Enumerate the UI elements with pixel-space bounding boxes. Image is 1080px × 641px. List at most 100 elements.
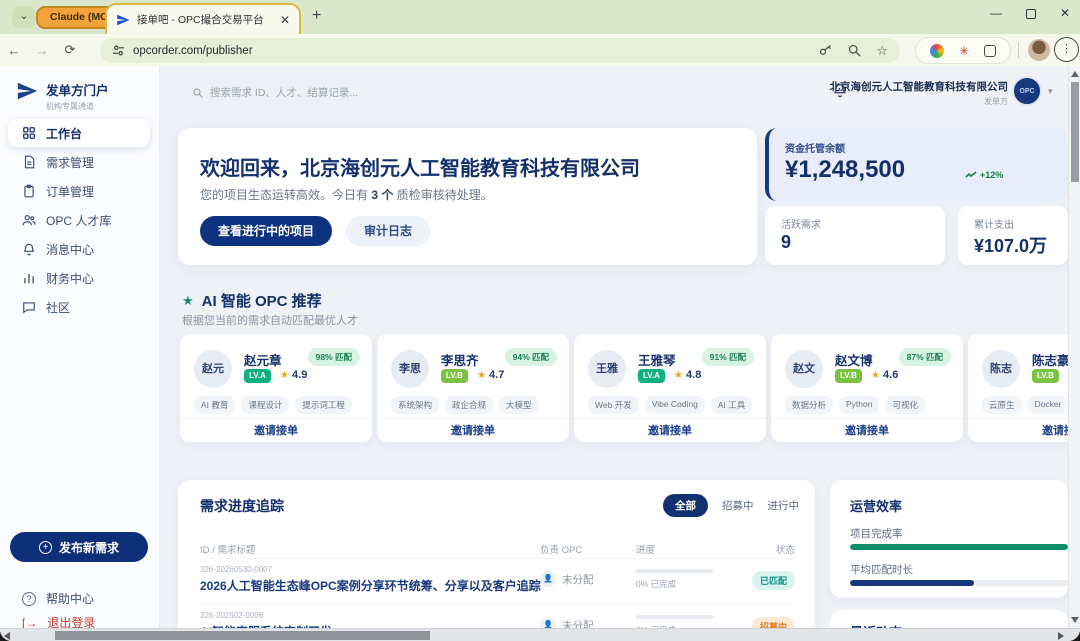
skill-tag: 提示词工程 bbox=[295, 396, 352, 414]
reload-button[interactable]: ⟳ bbox=[56, 42, 84, 58]
skill-tag: Docker bbox=[1027, 396, 1068, 414]
starburst-extension-icon[interactable]: ✳ bbox=[959, 44, 969, 58]
forward-button[interactable]: → bbox=[28, 43, 56, 58]
vertical-scrollbar[interactable] bbox=[1068, 66, 1080, 628]
sidebar-item-finance[interactable]: 财务中心 bbox=[8, 264, 150, 292]
company-avatar[interactable]: OPC bbox=[1012, 76, 1042, 106]
browser-menu-button[interactable]: ⋮ bbox=[1054, 37, 1079, 62]
sidebar-item-demand[interactable]: 需求管理 bbox=[8, 148, 150, 176]
level-badge: LV.A bbox=[638, 369, 665, 383]
escrow-label: 资金托管余额 bbox=[785, 144, 845, 155]
toolbar-divider bbox=[1018, 42, 1019, 58]
help-center-link[interactable]: ? 帮助中心 bbox=[22, 590, 94, 607]
back-button[interactable]: ← bbox=[0, 43, 28, 58]
window-maximize-button[interactable] bbox=[1025, 9, 1036, 19]
tab-close-icon[interactable]: ✕ bbox=[280, 13, 290, 27]
demand-title[interactable]: 2026人工智能生态峰OPC案例分享环节统筹、分享以及客户追踪 bbox=[200, 577, 541, 594]
url-text[interactable]: opcorder.com/publisher bbox=[133, 45, 810, 57]
invite-button[interactable]: 邀请接单 bbox=[771, 418, 963, 442]
chevron-down-icon[interactable]: ▾ bbox=[1048, 86, 1053, 97]
metric-bar bbox=[850, 544, 1068, 550]
main-content: 北京海创元人工智能教育科技有限公司 发单方 OPC ▾ 欢迎回来，北京海创元人工… bbox=[160, 66, 1068, 628]
trend-up-icon bbox=[965, 171, 977, 178]
password-key-icon[interactable] bbox=[818, 43, 833, 58]
extensions-pill: ✳ bbox=[915, 37, 1011, 64]
invite-button[interactable]: 邀请接单 bbox=[574, 418, 766, 442]
horizontal-scroll-thumb[interactable] bbox=[55, 631, 430, 640]
app-root: 发单方门户 机构专属通道 工作台 需求管理 订单管理 OPC 人才库 消息中心 … bbox=[0, 66, 1080, 641]
metric-label: 平均匹配时长 bbox=[850, 564, 913, 576]
audit-log-button[interactable]: 审计日志 bbox=[346, 216, 431, 246]
tracking-filter-tabs: 全部 招募中 进行中 bbox=[663, 494, 799, 517]
scroll-left-arrow[interactable] bbox=[4, 632, 10, 640]
match-badge: 94% 匹配 bbox=[504, 348, 557, 366]
scroll-up-arrow[interactable] bbox=[1071, 71, 1079, 77]
rating-star-icon: ★ bbox=[674, 370, 683, 381]
avatar: 王雅 bbox=[588, 350, 626, 388]
scroll-down-arrow[interactable] bbox=[1071, 617, 1079, 623]
avatar: 赵元 bbox=[194, 350, 232, 388]
sidebar-item-community[interactable]: 社区 bbox=[8, 293, 150, 321]
match-badge: 87% 匹配 bbox=[898, 348, 951, 366]
search-input[interactable] bbox=[210, 86, 444, 99]
window-minimize-button[interactable]: — bbox=[990, 6, 1002, 20]
browser-toolbar: ← → ⟳ opcorder.com/publisher ☆ ✳ ⋮ bbox=[0, 34, 1080, 66]
skill-tag: Python bbox=[839, 396, 880, 414]
talent-card: 赵文 赵文博 LV.B ★ 4.6 87% 匹配 数据分析 Python 可视化… bbox=[771, 334, 963, 442]
publish-demand-button[interactable]: + 发布新需求 bbox=[10, 532, 148, 562]
skill-tag: Web 开发 bbox=[588, 396, 639, 414]
invite-button[interactable]: 邀请接单 bbox=[968, 418, 1068, 442]
tab-search-button[interactable]: ⌄ bbox=[12, 6, 36, 28]
scroll-right-arrow[interactable] bbox=[1058, 632, 1064, 640]
welcome-subtitle: 您的项目生态运转高效。今日有 3 个 质检审核待处理。 bbox=[200, 188, 493, 202]
table-row[interactable]: 326-20260530-0007 2026人工智能生态峰OPC案例分享环节统筹… bbox=[200, 558, 795, 602]
match-badge: 91% 匹配 bbox=[701, 348, 754, 366]
tab-all[interactable]: 全部 bbox=[663, 494, 708, 517]
sidebar-item-messages[interactable]: 消息中心 bbox=[8, 235, 150, 263]
window-close-button[interactable]: ✕ bbox=[1060, 6, 1070, 20]
efficiency-card: 运营效率 项目完成率 平均匹配时长 bbox=[830, 480, 1068, 598]
plus-icon: + bbox=[38, 540, 52, 554]
horizontal-scrollbar[interactable] bbox=[0, 628, 1080, 641]
level-badge: LV.B bbox=[441, 369, 468, 383]
address-bar[interactable]: opcorder.com/publisher ☆ bbox=[100, 38, 900, 63]
paper-plane-logo-icon bbox=[16, 80, 38, 112]
match-badge: 98% 匹配 bbox=[307, 348, 360, 366]
sidebar-item-talent-pool[interactable]: OPC 人才库 bbox=[8, 206, 150, 234]
escrow-balance-card: 资金托管余额 ¥1,248,500 +12% bbox=[765, 128, 1068, 201]
browser-profile-avatar[interactable] bbox=[1028, 39, 1050, 61]
talent-card: 陈志 陈志豪 LV.B ★ 4.4 云原生 Docker 安全合规 邀请接单 bbox=[968, 334, 1068, 442]
sidebar-item-workbench[interactable]: 工作台 bbox=[8, 119, 150, 147]
clipboard-icon bbox=[22, 184, 36, 198]
site-settings-icon[interactable] bbox=[112, 44, 125, 57]
opc-assignee: 未分配 bbox=[562, 573, 594, 586]
tab-in-progress[interactable]: 进行中 bbox=[768, 498, 800, 513]
color-wheel-icon[interactable] bbox=[930, 43, 945, 58]
vertical-scroll-thumb[interactable] bbox=[1071, 82, 1079, 182]
skill-tag: Vibe Coding bbox=[644, 396, 705, 414]
efficiency-title: 运营效率 bbox=[850, 499, 903, 514]
zoom-icon[interactable] bbox=[847, 43, 862, 58]
global-search[interactable] bbox=[182, 80, 454, 105]
account-info[interactable]: 北京海创元人工智能教育科技有限公司 发单方 bbox=[800, 79, 1009, 107]
progress-bar bbox=[636, 615, 714, 619]
bookmark-star-icon[interactable]: ☆ bbox=[876, 43, 888, 59]
total-spend-card: 累计支出 ¥107.0万 bbox=[958, 206, 1068, 265]
new-tab-button[interactable]: + bbox=[312, 7, 321, 25]
extensions-puzzle-icon[interactable] bbox=[983, 44, 996, 57]
table-row[interactable]: 326-202602-0006 AI智能客服系统定制开发 👤未分配 0% 已完成… bbox=[200, 604, 795, 628]
tab-recruiting[interactable]: 招募中 bbox=[722, 498, 754, 513]
rating-star-icon: ★ bbox=[871, 370, 880, 381]
view-projects-button[interactable]: 查看进行中的项目 bbox=[200, 216, 333, 246]
chat-icon bbox=[22, 300, 36, 314]
sidebar-item-orders[interactable]: 订单管理 bbox=[8, 177, 150, 205]
document-icon bbox=[22, 155, 36, 169]
sidebar: 发单方门户 机构专属通道 工作台 需求管理 订单管理 OPC 人才库 消息中心 … bbox=[0, 66, 160, 641]
invite-button[interactable]: 邀请接单 bbox=[377, 418, 569, 442]
skill-tag: 数据分析 bbox=[785, 396, 834, 414]
avatar: 李思 bbox=[391, 350, 429, 388]
avatar: 赵文 bbox=[785, 350, 823, 388]
invite-button[interactable]: 邀请接单 bbox=[180, 418, 372, 442]
active-demands-value: 9 bbox=[781, 232, 792, 252]
tab-active[interactable]: 接单吧 - OPC撮合交易平台 ✕ bbox=[105, 3, 301, 34]
